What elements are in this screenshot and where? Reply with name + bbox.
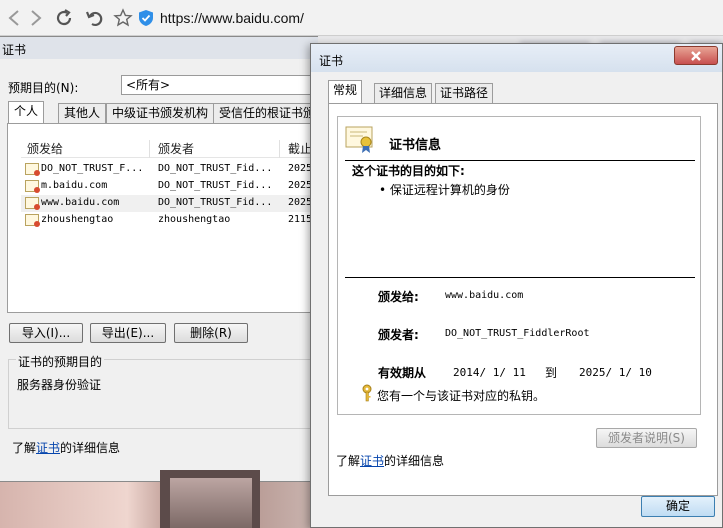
table-row-selected[interactable]: www.baidu.com DO_NOT_TRUST_Fid... 2025	[21, 195, 318, 212]
key-icon	[362, 384, 372, 402]
undo-button[interactable]	[82, 6, 106, 30]
ok-button[interactable]: 确定	[641, 496, 715, 517]
chevron-left-icon	[8, 10, 19, 26]
undo-icon	[85, 11, 103, 27]
purpose-label: 预期目的(N):	[8, 81, 79, 95]
issued-to-label: 颁发给:	[378, 290, 419, 304]
remove-button[interactable]: 删除(R)	[174, 323, 248, 343]
certificate-dialog: 证书 常规 详细信息 证书路径 证书信息 这个证书的目的如下: • 保证远程计算…	[310, 43, 723, 528]
star-icon	[113, 8, 133, 27]
issuer-statement-button[interactable]: 颁发者说明(S)	[596, 428, 697, 448]
column-issued-to[interactable]: 颁发给	[27, 140, 63, 157]
close-button[interactable]	[674, 46, 718, 65]
table-row[interactable]: m.baidu.com DO_NOT_TRUST_Fid... 2025	[21, 178, 318, 195]
dialog-title: 证书	[2, 43, 27, 57]
tab-trusted-root-ca[interactable]: 受信任的根证书颁	[213, 103, 322, 123]
valid-to-word: 到	[545, 366, 558, 380]
certificate-manager-dialog: 证书 预期目的(N): <所有> 个人 其他人 中级证书颁发机构 受信任的根证书…	[0, 36, 322, 482]
divider	[345, 160, 695, 161]
purpose-select-value: <所有>	[126, 78, 171, 92]
purpose-heading: 这个证书的目的如下:	[352, 164, 465, 178]
issued-by-value: DO_NOT_TRUST_FiddlerRoot	[445, 328, 590, 339]
import-button[interactable]: 导入(I)...	[9, 323, 83, 343]
tab-other-people[interactable]: 其他人	[58, 103, 107, 123]
certificate-icon	[25, 163, 40, 176]
reload-button[interactable]	[52, 6, 76, 30]
purpose-group-title: 证书的预期目的	[16, 353, 105, 370]
column-expires[interactable]: 截止	[288, 140, 312, 157]
certificate-icon	[25, 197, 40, 210]
shield-check-icon	[139, 10, 153, 26]
purpose-select[interactable]: <所有>	[121, 75, 318, 95]
background-photo	[170, 478, 252, 528]
info-title: 证书信息	[389, 138, 442, 153]
back-button[interactable]	[2, 6, 26, 30]
issued-to-value: www.baidu.com	[445, 290, 524, 301]
learn-more-text: 了解证书的详细信息	[336, 454, 445, 468]
certificate-icon	[345, 126, 373, 153]
forward-button[interactable]	[24, 6, 48, 30]
purpose-item: • 保证远程计算机的身份	[379, 183, 510, 197]
certificate-link[interactable]: 证书	[36, 441, 60, 455]
background-image	[0, 482, 318, 528]
table-row[interactable]: DO_NOT_TRUST_F... DO_NOT_TRUST_Fid... 20…	[21, 161, 318, 178]
valid-from-date: 2014/ 1/ 11	[453, 366, 526, 379]
reload-icon	[56, 9, 72, 26]
tab-personal[interactable]: 个人	[8, 101, 45, 123]
url-text: https://www.baidu.com/	[160, 10, 304, 26]
address-bar[interactable]: https://www.baidu.com/	[138, 6, 723, 30]
certificate-icon	[25, 214, 40, 227]
tab-certification-path[interactable]: 证书路径	[435, 83, 494, 103]
certificate-link[interactable]: 证书	[360, 454, 384, 468]
tab-intermediate-ca[interactable]: 中级证书颁发机构	[106, 103, 215, 123]
dialog-title: 证书	[319, 54, 344, 68]
divider	[345, 277, 695, 278]
certificate-list-panel: 颁发给 颁发者 截止 DO_NOT_TRUST_F... DO_NOT_TRUS…	[7, 123, 318, 313]
purpose-group-value: 服务器身份验证	[17, 378, 102, 392]
bookmark-star-button[interactable]	[111, 6, 135, 30]
dialog-titlebar: 证书	[0, 37, 318, 59]
dialog-titlebar: 证书	[311, 44, 722, 72]
tab-details[interactable]: 详细信息	[374, 83, 433, 103]
column-issued-by[interactable]: 颁发者	[158, 140, 194, 157]
private-key-note: 您有一个与该证书对应的私钥。	[377, 389, 546, 403]
browser-toolbar: https://www.baidu.com/	[0, 0, 723, 36]
close-icon	[691, 50, 701, 61]
valid-from-label: 有效期从	[378, 366, 427, 380]
learn-more-text: 了解证书的详细信息	[12, 441, 121, 455]
table-row[interactable]: zhoushengtao zhoushengtao 2115	[21, 212, 318, 229]
valid-to-date: 2025/ 1/ 10	[579, 366, 652, 379]
chevron-right-icon	[31, 10, 42, 26]
tab-general[interactable]: 常规	[328, 80, 363, 103]
export-button[interactable]: 导出(E)...	[90, 323, 166, 343]
list-header: 颁发给 颁发者 截止	[21, 136, 318, 158]
issued-by-label: 颁发者:	[378, 328, 419, 342]
certificate-icon	[25, 180, 40, 193]
